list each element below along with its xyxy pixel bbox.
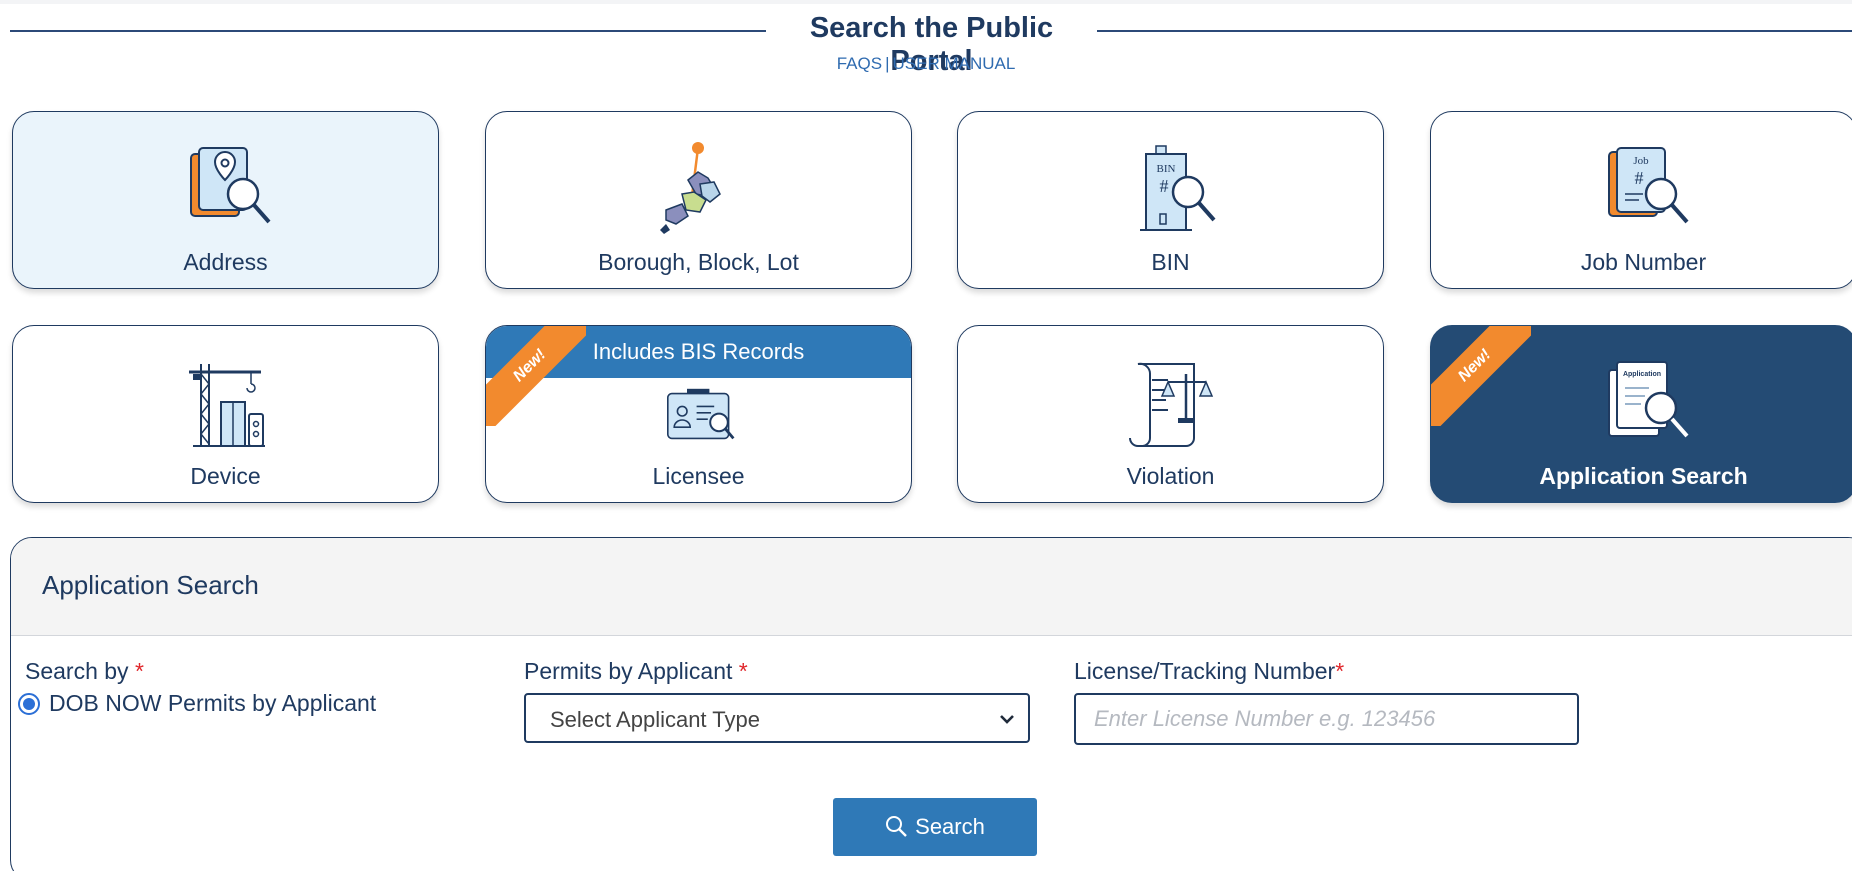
search-by-label: Search by * (25, 658, 144, 685)
tile-address[interactable]: Address (12, 111, 439, 289)
required-mark: * (738, 658, 748, 684)
select-value: Select Applicant Type (550, 707, 760, 732)
tile-device[interactable]: Device (12, 325, 439, 503)
tile-label: Application Search (1539, 463, 1748, 489)
permits-text: Permits by Applicant (524, 658, 733, 684)
new-ribbon: New! (486, 326, 586, 426)
tile-borough-block-lot[interactable]: Borough, Block, Lot (485, 111, 912, 289)
bin-building-icon: BIN # (1139, 145, 1215, 231)
top-edge (0, 0, 1852, 4)
search-button[interactable]: Search (833, 798, 1037, 856)
permits-by-applicant-label: Permits by Applicant * (524, 658, 748, 685)
tile-bin[interactable]: BIN # BIN (957, 111, 1384, 289)
tile-label: Device (190, 463, 261, 489)
header-divider-left (10, 30, 766, 32)
panel-title: Application Search (42, 570, 259, 600)
search-button-label: Search (915, 814, 985, 839)
license-text: License/Tracking Number (1074, 658, 1336, 684)
svg-text:#: # (1634, 168, 1643, 188)
search-by-text: Search by (25, 658, 129, 684)
tile-label: Address (183, 249, 268, 275)
header-divider-right (1097, 30, 1852, 32)
svg-text:Application: Application (1622, 371, 1660, 378)
tile-label: Violation (1126, 463, 1215, 489)
chevron-down-icon (1000, 715, 1014, 724)
search-icon (886, 816, 907, 837)
address-search-icon (189, 147, 270, 224)
new-ribbon: New! (1431, 326, 1531, 426)
tile-job-number[interactable]: Job # Job Number (1430, 111, 1852, 289)
required-mark: * (1335, 658, 1345, 684)
tile-label: Borough, Block, Lot (598, 249, 799, 275)
application-search-icon: Application (1607, 361, 1688, 438)
tile-violation[interactable]: Violation (957, 325, 1384, 503)
new-badge: New! (486, 326, 586, 426)
license-number-label: License/Tracking Number* (1074, 658, 1344, 685)
svg-text:BIN: BIN (1156, 163, 1175, 175)
panel-header: Application Search (11, 538, 1852, 636)
faqs-link[interactable]: FAQS (837, 54, 882, 73)
tile-label: Job Number (1580, 249, 1707, 275)
tile-licensee[interactable]: Includes BIS Records New! Licensee (485, 325, 912, 503)
svg-text:#: # (1159, 176, 1168, 196)
tile-application-search[interactable]: New! Application Application Search (1430, 325, 1852, 503)
link-separator: | (885, 54, 890, 73)
borough-map-icon (659, 142, 721, 234)
user-manual-link[interactable]: USER MANUAL (892, 54, 1015, 73)
svg-text:Job: Job (1633, 155, 1649, 167)
tile-label: BIN (1151, 249, 1190, 275)
job-number-icon: Job # (1607, 147, 1688, 224)
license-card-icon (666, 388, 734, 440)
search-by-option[interactable]: DOB NOW Permits by Applicant (18, 690, 376, 717)
violation-scales-icon (1128, 362, 1213, 447)
dob-now-radio[interactable] (18, 692, 40, 715)
required-mark: * (134, 658, 144, 684)
help-links: FAQS | USER MANUAL (0, 54, 1852, 74)
new-badge: New! (1431, 326, 1531, 426)
license-number-input[interactable] (1074, 693, 1579, 745)
portal-header: Search the Public Portal (10, 8, 1852, 77)
applicant-type-select[interactable]: Select Applicant Type (524, 693, 1030, 743)
tile-label: Licensee (652, 463, 745, 489)
crane-device-icon (188, 364, 265, 447)
radio-label: DOB NOW Permits by Applicant (49, 690, 377, 716)
